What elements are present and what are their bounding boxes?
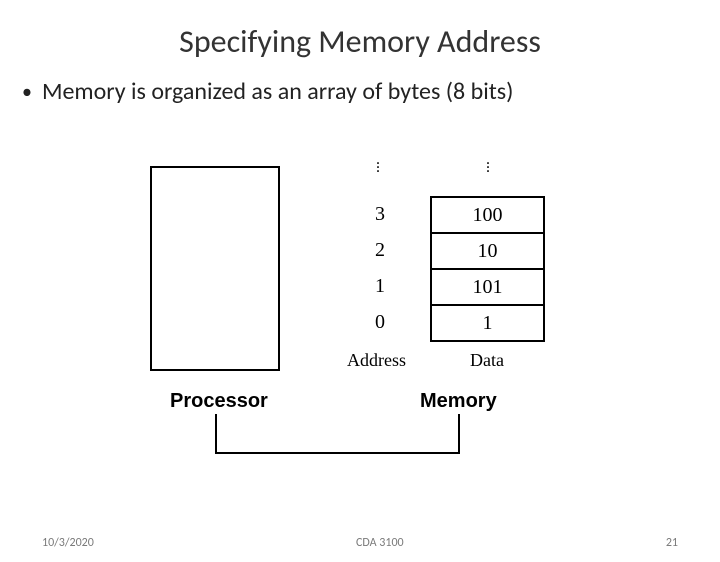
data-column: 100 10 101 1	[430, 196, 545, 342]
footer-page: 21	[666, 536, 678, 550]
data-cell: 10	[432, 234, 543, 270]
slide-title: Specifying Memory Address	[0, 22, 720, 61]
data-cell: 100	[432, 198, 543, 234]
footer-course: CDA 3100	[356, 536, 404, 550]
connector-line	[215, 414, 217, 452]
data-cell: 101	[432, 270, 543, 306]
ellipsis-icon: ...	[376, 158, 380, 170]
slide-footer: 10/3/2020 CDA 3100 21	[0, 536, 720, 550]
memory-label: Memory	[420, 390, 497, 413]
connector-line	[458, 414, 460, 452]
processor-label: Processor	[170, 390, 268, 413]
connector-line	[215, 452, 460, 454]
bullet-item: • Memory is organized as an array of byt…	[0, 77, 720, 107]
data-cell: 1	[432, 306, 543, 342]
ellipsis-icon: ...	[486, 158, 490, 170]
processor-box	[150, 166, 280, 371]
footer-date: 10/3/2020	[42, 536, 94, 550]
memory-diagram: ... ... 3 2 1 0 100 10 101 1 Address Dat…	[140, 152, 580, 482]
address-value: 0	[370, 304, 390, 340]
address-column: 3 2 1 0	[370, 196, 390, 340]
data-label: Data	[470, 350, 504, 371]
address-label: Address	[347, 350, 406, 371]
address-value: 1	[370, 268, 390, 304]
address-value: 2	[370, 232, 390, 268]
bullet-text: Memory is organized as an array of bytes…	[42, 77, 513, 106]
bullet-icon: •	[22, 77, 32, 107]
address-value: 3	[370, 196, 390, 232]
